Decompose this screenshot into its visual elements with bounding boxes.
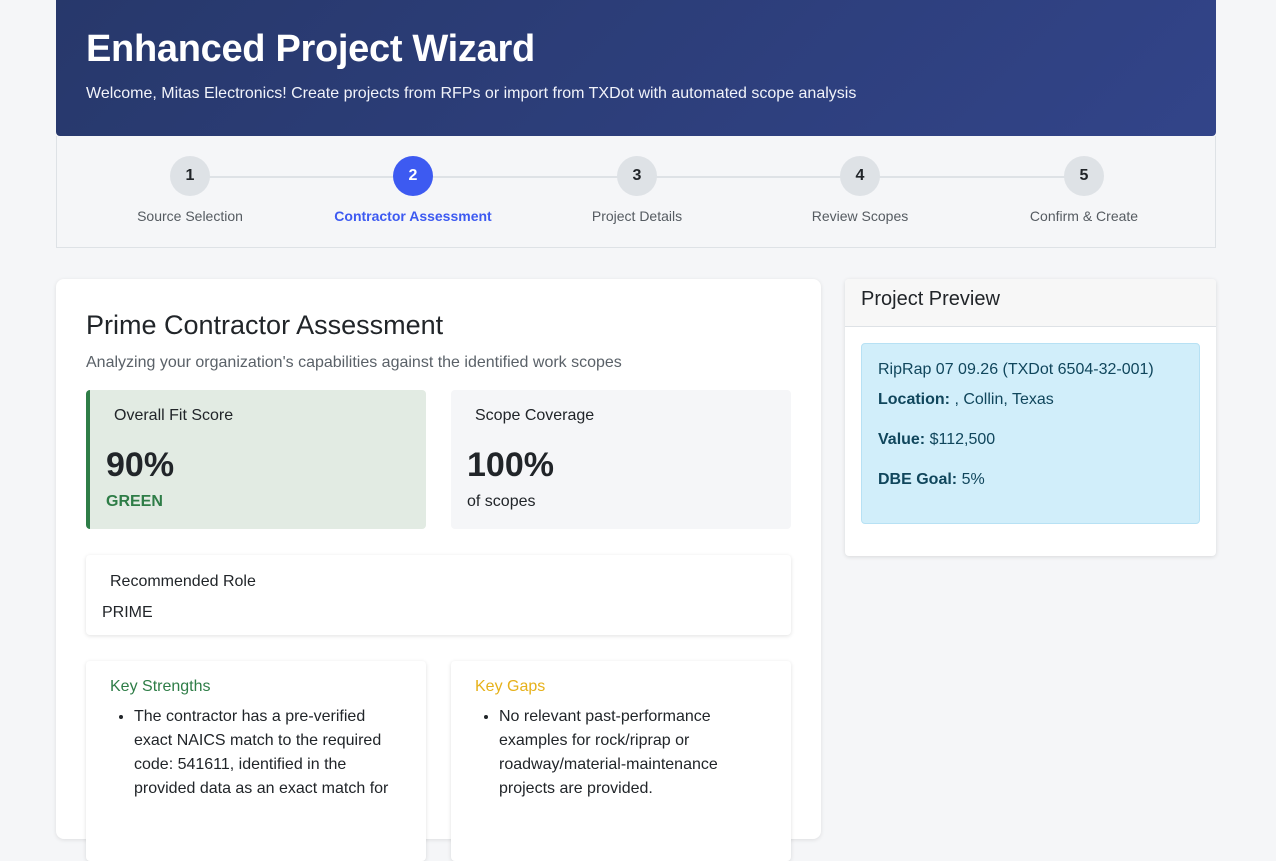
- fit-score-label: Overall Fit Score: [114, 407, 234, 424]
- location-label: Location:: [878, 391, 950, 408]
- scope-coverage-label: Scope Coverage: [475, 407, 595, 424]
- key-strengths-card: Key Strengths The contractor has a pre-v…: [86, 661, 426, 861]
- preview-title: Project Preview: [861, 288, 1000, 310]
- key-gaps-card: Key Gaps No relevant past-performance ex…: [451, 661, 791, 861]
- value-amount: $112,500: [925, 431, 996, 448]
- project-value: Value: $112,500: [878, 431, 995, 449]
- step-number: 4: [840, 156, 880, 196]
- project-location: Location: , Collin, Texas: [878, 391, 1054, 409]
- dbe-goal-label: DBE Goal:: [878, 471, 958, 488]
- step-label: Review Scopes: [811, 208, 909, 224]
- key-gaps-list: No relevant past-performance examples fo…: [499, 705, 769, 801]
- recommended-role-card: Recommended Role PRIME: [86, 555, 791, 635]
- step-project-details[interactable]: 3 Project Details: [537, 156, 737, 224]
- step-number: 5: [1064, 156, 1104, 196]
- recommended-role-value: PRIME: [102, 604, 153, 621]
- assessment-subtitle: Analyzing your organization's capabiliti…: [86, 354, 622, 371]
- key-strengths-title: Key Strengths: [110, 678, 211, 695]
- page-title: Enhanced Project Wizard: [86, 28, 535, 70]
- preview-header: Project Preview: [845, 279, 1216, 327]
- fit-score-status: GREEN: [106, 493, 163, 510]
- step-source-selection[interactable]: 1 Source Selection: [90, 156, 290, 224]
- project-preview-card: Project Preview RipRap 07 09.26 (TXDot 6…: [845, 279, 1216, 556]
- project-dbe-goal: DBE Goal: 5%: [878, 471, 985, 489]
- location-value: , Collin, Texas: [950, 391, 1054, 408]
- page-subtitle: Welcome, Mitas Electronics! Create proje…: [86, 85, 857, 102]
- wizard-stepper: 1 Source Selection 2 Contractor Assessme…: [56, 136, 1216, 248]
- dbe-goal-value: 5%: [957, 471, 985, 488]
- list-item: The contractor has a pre-verified exact …: [134, 705, 404, 801]
- step-number: 2: [393, 156, 433, 196]
- step-label: Source Selection: [137, 208, 243, 224]
- step-label: Confirm & Create: [1029, 208, 1139, 224]
- key-gaps-title: Key Gaps: [475, 678, 546, 695]
- step-label: Contractor Assessment: [334, 208, 492, 224]
- assessment-card: Prime Contractor Assessment Analyzing yo…: [56, 279, 821, 861]
- step-number: 1: [170, 156, 210, 196]
- step-confirm-create[interactable]: 5 Confirm & Create: [984, 156, 1184, 224]
- header-banner: Enhanced Project Wizard Welcome, Mitas E…: [56, 0, 1216, 136]
- assessment-title: Prime Contractor Assessment: [86, 310, 444, 340]
- scope-coverage-unit: of scopes: [467, 493, 536, 510]
- step-number: 3: [617, 156, 657, 196]
- scope-coverage-card: Scope Coverage 100% of scopes: [451, 390, 791, 529]
- step-contractor-assessment[interactable]: 2 Contractor Assessment: [313, 156, 513, 224]
- step-review-scopes[interactable]: 4 Review Scopes: [760, 156, 960, 224]
- value-label: Value:: [878, 431, 926, 448]
- scope-coverage-value: 100%: [467, 446, 554, 484]
- key-strengths-list: The contractor has a pre-verified exact …: [134, 705, 404, 801]
- project-name: RipRap 07 09.26 (TXDot 6504-32-001): [878, 361, 1154, 378]
- recommended-role-label: Recommended Role: [110, 573, 256, 590]
- list-item: No relevant past-performance examples fo…: [499, 705, 769, 801]
- fit-score-value: 90%: [106, 446, 175, 484]
- preview-info-box: RipRap 07 09.26 (TXDot 6504-32-001) Loca…: [861, 343, 1200, 524]
- fit-score-card: Overall Fit Score 90% GREEN: [86, 390, 426, 529]
- step-label: Project Details: [591, 208, 683, 224]
